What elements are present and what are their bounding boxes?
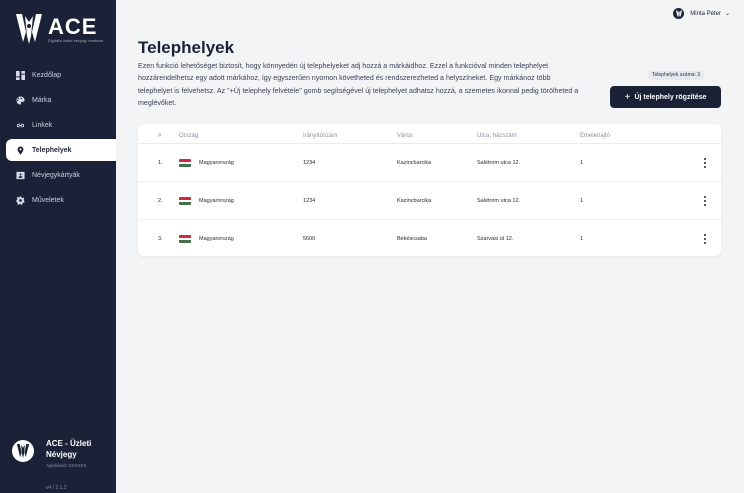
sidebar-item-muveletek[interactable]: Műveletek: [6, 189, 110, 211]
sidebar-item-label: Kezdőlap: [32, 71, 62, 79]
sidebar-item-linkek[interactable]: Linkek: [6, 114, 110, 136]
hungary-flag-icon: [179, 159, 191, 167]
column-header-number: #: [158, 133, 162, 139]
page-title: Telephelyek: [138, 38, 235, 57]
sidebar: ACE Digitális üzleti névjegy rendszer Ke…: [0, 0, 116, 493]
sidebar-item-telephelyek[interactable]: Telephelyek: [6, 139, 116, 161]
add-location-button[interactable]: + Új telephely rögzítése: [610, 86, 721, 108]
dashboard-icon: [16, 70, 25, 80]
logo-title: ACE: [48, 13, 98, 39]
row-number: 3.: [158, 236, 163, 242]
row-zip: 5600: [303, 236, 316, 242]
column-header-country: Ország: [179, 133, 199, 139]
row-floor: 1: [580, 236, 584, 242]
row-zip: 1234: [303, 160, 316, 166]
user-avatar: [673, 8, 685, 19]
column-header-floor: Emelet/ajtó: [580, 133, 611, 139]
add-location-button-label: Új telephely rögzítése: [634, 93, 707, 101]
row-menu-icon[interactable]: [701, 158, 709, 168]
row-street: Salétrom utca 12.: [477, 198, 521, 204]
table-row[interactable]: 1. Magyarország 1234 Kazincbarcika Salét…: [138, 144, 721, 182]
contact-card-icon: [16, 171, 25, 179]
link-icon: [16, 123, 25, 127]
column-header-zip: Irányítószám: [303, 133, 338, 139]
ace-logo-icon: [16, 14, 42, 44]
sidebar-item-nevjegykartyak[interactable]: Névjegykártyák: [6, 164, 110, 186]
row-street: Salétrom utca 12.: [477, 160, 521, 166]
chevron-down-icon: ⌄: [724, 11, 730, 17]
brand-name: ACE - Üzleti Névjegy: [46, 439, 92, 459]
logo-subtitle: Digitális üzleti névjegy rendszer: [48, 38, 104, 43]
plus-icon: +: [624, 91, 631, 103]
hungary-flag-icon: [179, 235, 191, 243]
row-number: 1.: [158, 160, 163, 166]
row-number: 2.: [158, 198, 163, 204]
row-country: Magyarország: [199, 160, 234, 166]
sidebar-item-label: Telephelyek: [32, 146, 72, 154]
gear-icon: [16, 195, 25, 205]
table-header: # Ország Irányítószám Város Utca, házszá…: [138, 124, 721, 144]
palette-icon: [16, 95, 25, 105]
row-street: Szarvasi út 12.: [477, 236, 514, 242]
row-city: Békéscsaba: [397, 236, 427, 242]
location-count-badge: Telephelyek száma: 3: [648, 71, 705, 80]
ace-logo-icon: [16, 443, 30, 459]
brand-info: ACE - Üzleti Névjegy Ajánlókód: XXXXXX: [12, 438, 104, 468]
sidebar-item-label: Névjegykártyák: [32, 171, 80, 179]
hungary-flag-icon: [179, 197, 191, 205]
row-zip: 1234: [303, 198, 316, 204]
row-floor: 1: [580, 160, 584, 166]
sidebar-item-label: Műveletek: [32, 196, 64, 204]
app-version: v4 / 2.1.2: [46, 485, 67, 491]
locations-table: # Ország Irányítószám Város Utca, házszá…: [138, 124, 721, 256]
page-description: Ezen funkció lehetőséget biztosít, hogy …: [138, 62, 579, 107]
column-header-street: Utca, házszám: [477, 133, 517, 139]
row-menu-icon[interactable]: [701, 234, 709, 244]
row-city: Kazincbarcika: [397, 198, 432, 204]
row-floor: 1: [580, 198, 584, 204]
sidebar-nav: Kezdőlap Márka Linkek Telephelyek Névjeg…: [6, 64, 116, 214]
user-name: Minta Péter: [690, 10, 721, 17]
ace-logo-icon: [675, 9, 682, 18]
row-country: Magyarország: [199, 198, 234, 204]
user-menu[interactable]: Minta Péter ⌄: [673, 8, 730, 19]
row-menu-icon[interactable]: [701, 196, 709, 206]
sidebar-item-kezdolap[interactable]: Kezdőlap: [6, 64, 110, 86]
brand-referral-code: Ajánlókód: XXXXXX: [46, 463, 87, 468]
table-row[interactable]: 3. Magyarország 5600 Békéscsaba Szarvasi…: [138, 220, 721, 258]
row-country: Magyarország: [199, 236, 234, 242]
column-header-city: Város: [397, 133, 413, 139]
sidebar-item-marka[interactable]: Márka: [6, 89, 110, 111]
location-pin-icon: [17, 145, 24, 155]
sidebar-item-label: Linkek: [32, 121, 53, 129]
sidebar-item-label: Márka: [32, 96, 52, 104]
table-row[interactable]: 2. Magyarország 1234 Kazincbarcika Salét…: [138, 182, 721, 220]
brand-avatar: [12, 440, 34, 462]
app-logo[interactable]: ACE Digitális üzleti névjegy rendszer: [14, 12, 104, 46]
row-city: Kazincbarcika: [397, 160, 432, 166]
